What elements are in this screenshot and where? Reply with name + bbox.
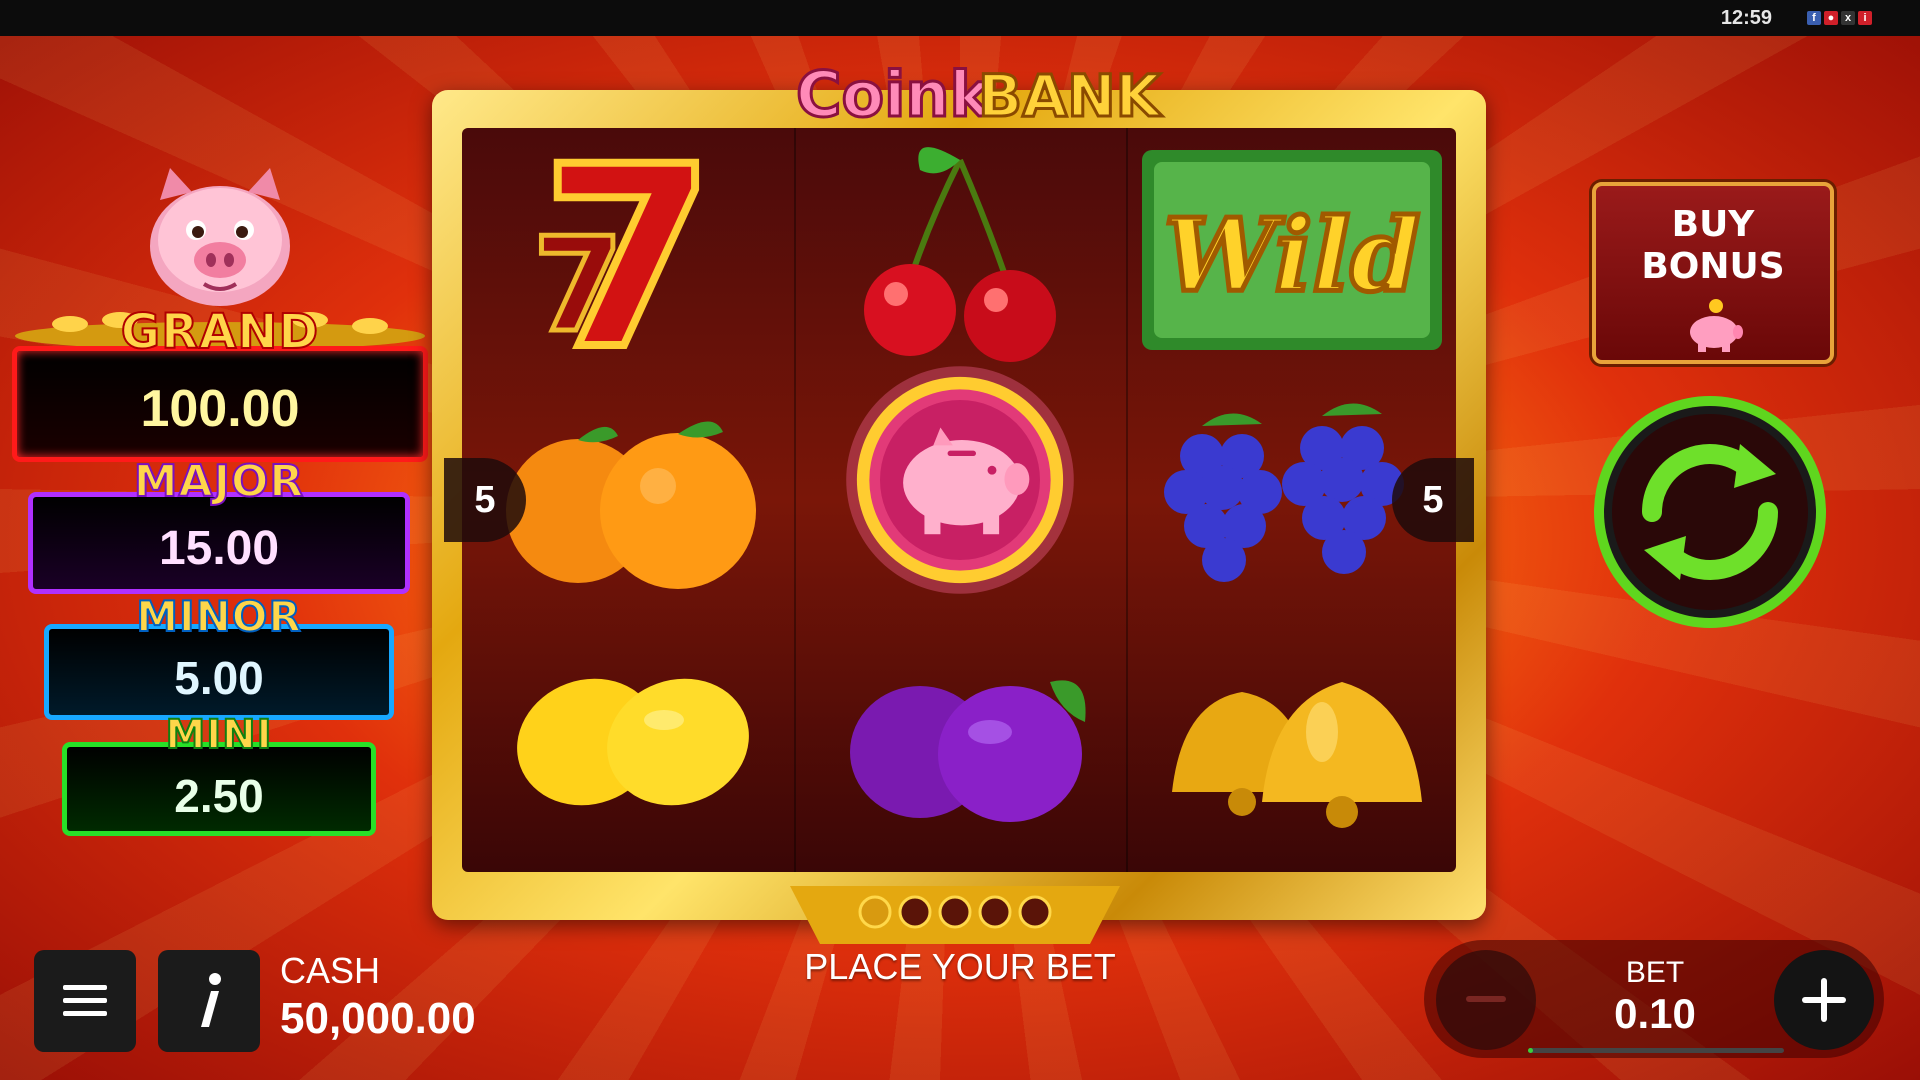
- svg-text:7: 7: [533, 209, 623, 361]
- hamburger-icon: [63, 985, 107, 1016]
- buy-bonus-label: BUY BONUS: [1596, 204, 1830, 288]
- facebook-icon: f: [1807, 11, 1821, 25]
- buy-bonus-line1: BUY: [1671, 204, 1755, 245]
- wild-label: Wild: [1164, 196, 1420, 314]
- paylines-left-badge: 5: [444, 458, 526, 542]
- symbol-wild: Wild: [1132, 130, 1452, 370]
- info-icon: i: [1858, 11, 1872, 25]
- status-message: PLACE YOUR BET: [804, 946, 1116, 987]
- symbol-plum: [800, 622, 1120, 862]
- cash-value: 50,000.00: [280, 994, 476, 1043]
- jackpot-mini-title: MINI: [164, 711, 273, 759]
- progress-dot: [1018, 895, 1052, 929]
- clock: 12:59: [1720, 7, 1772, 29]
- progress-dot: [938, 895, 972, 929]
- game-logo: Coink BANK: [795, 57, 1165, 133]
- jackpot-grand-value: 100.00: [140, 380, 300, 438]
- system-icons: f ● x i: [1807, 11, 1872, 25]
- app-icon: ●: [1824, 11, 1838, 25]
- logo-bank: BANK: [978, 62, 1163, 130]
- progress-dots: [790, 886, 1120, 944]
- bet-increase-button[interactable]: [1774, 950, 1874, 1050]
- piggy-bank-icon: [1690, 299, 1743, 352]
- progress-dot: [978, 895, 1012, 929]
- jackpot-grand: 100.00: [12, 346, 428, 462]
- jackpot-major-value: 15.00: [158, 522, 280, 575]
- jackpot-major-title: MAJOR: [133, 455, 305, 508]
- bet-value: 0.10: [1614, 990, 1696, 1037]
- pig-mascot: [150, 168, 290, 306]
- menu-button[interactable]: [34, 950, 136, 1052]
- symbol-cherry: [800, 130, 1120, 370]
- spin-button[interactable]: [1590, 392, 1830, 632]
- info-button[interactable]: [158, 950, 260, 1052]
- reel-divider: [1126, 128, 1128, 872]
- cash-label: CASH: [280, 950, 381, 991]
- symbol-lemon: [468, 622, 788, 862]
- symbol-bell: [1132, 622, 1452, 862]
- bet-label: BET: [1625, 956, 1685, 989]
- buy-bonus-line2: BONUS: [1641, 246, 1785, 287]
- status-bar: 12:59 f ● x i: [0, 0, 1920, 36]
- jackpot-mini-value: 2.50: [174, 770, 264, 822]
- symbol-piggy-bank-coin: [800, 360, 1120, 600]
- paylines-right-badge: 5: [1392, 458, 1474, 542]
- progress-dot: [898, 895, 932, 929]
- plus-icon: [1802, 978, 1846, 1022]
- buy-bonus-button[interactable]: BUY BONUS: [1592, 182, 1834, 364]
- logo-coink: Coink: [796, 58, 992, 131]
- reel-divider: [794, 128, 796, 872]
- bet-level-fill: [1528, 1048, 1534, 1053]
- progress-dot: [858, 895, 892, 929]
- info-icon: [201, 973, 221, 1027]
- bet-decrease-button[interactable]: [1436, 950, 1536, 1050]
- jackpot-major: 15.00: [28, 492, 410, 594]
- jackpot-grand-title: GRAND: [120, 303, 320, 361]
- close-icon: x: [1841, 11, 1855, 25]
- jackpot-minor-title: MINOR: [135, 591, 302, 642]
- jackpot-minor-value: 5.00: [174, 652, 264, 704]
- minus-icon: [1466, 996, 1506, 1002]
- bet-level-bar: [1528, 1048, 1784, 1053]
- symbol-seven: 7 7: [468, 130, 788, 370]
